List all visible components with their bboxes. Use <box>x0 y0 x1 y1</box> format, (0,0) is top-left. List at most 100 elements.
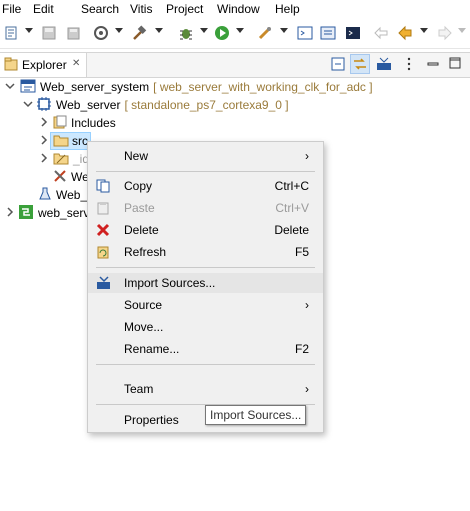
chevron-right-icon: › <box>305 382 309 396</box>
explorer-panel-header: Explorer ✕ <box>0 52 470 78</box>
main-toolbar <box>0 20 470 49</box>
includes-label: Includes <box>71 116 116 130</box>
rename-shortcut: F2 <box>294 342 309 356</box>
launch-dropdown-icon[interactable] <box>280 28 288 33</box>
chevron-right-icon[interactable] <box>38 116 50 131</box>
menu-bar: File Edit Search Vitis Project Window He… <box>0 0 470 18</box>
tree-item-web-serv[interactable]: web_serv <box>4 204 89 222</box>
app-project-icon <box>36 96 52 115</box>
copy-icon <box>96 179 110 193</box>
chevron-right-icon: › <box>305 298 309 312</box>
menu-separator <box>96 267 315 268</box>
tree-item-src[interactable]: src <box>38 132 91 150</box>
tree-item-includes[interactable]: Includes <box>38 114 116 132</box>
delete-shortcut: Delete <box>274 223 309 237</box>
paste-shortcut: Ctrl+V <box>275 201 309 215</box>
link-with-editor-icon[interactable] <box>350 54 370 74</box>
maximize-icon[interactable] <box>449 57 461 72</box>
menu-search[interactable]: Search <box>81 2 119 16</box>
copy-shortcut: Ctrl+C <box>274 179 309 193</box>
forward-dropdown-icon[interactable] <box>458 28 466 33</box>
forward-icon[interactable] <box>436 25 454 41</box>
menu-help[interactable]: Help <box>275 2 300 16</box>
menu-item-refresh[interactable]: Refresh F5 <box>88 242 323 262</box>
hammer-icon[interactable] <box>130 25 148 41</box>
back-history-icon[interactable] <box>372 25 390 41</box>
app-project-name: Web_server <box>56 98 121 112</box>
src-selected-row: src <box>50 132 91 150</box>
menu-window[interactable]: Window <box>217 2 260 16</box>
import-sources-label: Import Sources... <box>124 276 216 290</box>
collapse-all-icon[interactable] <box>331 57 345 74</box>
chevron-right-icon[interactable] <box>38 134 50 149</box>
back-dropdown-icon[interactable] <box>420 28 428 33</box>
chevron-right-icon[interactable] <box>4 206 16 221</box>
properties-label: Properties <box>124 413 179 427</box>
source-label: Source <box>124 298 163 312</box>
debug-dropdown-icon[interactable] <box>200 28 208 33</box>
chevron-down-icon[interactable] <box>4 80 16 95</box>
src-label: src <box>72 134 88 148</box>
chevron-right-icon[interactable] <box>38 152 50 167</box>
new-label: New <box>124 149 149 163</box>
menu-item-move[interactable]: Move... <box>88 317 323 337</box>
refresh-label: Refresh <box>124 245 167 259</box>
tree-item-we[interactable]: We <box>53 168 89 186</box>
tools-icon <box>53 169 67 186</box>
run-icon[interactable] <box>213 25 231 41</box>
terminal-icon[interactable] <box>344 25 362 41</box>
filter-icon[interactable] <box>376 57 392 74</box>
web-serv-label: web_serv <box>38 206 90 220</box>
delete-icon <box>96 223 110 237</box>
menu-item-paste[interactable]: Paste Ctrl+V <box>88 198 323 218</box>
new-icon[interactable] <box>2 25 20 41</box>
team-label: Team <box>124 382 154 396</box>
chevron-down-icon[interactable] <box>22 98 34 113</box>
menu-edit[interactable]: Edit <box>33 2 54 16</box>
delete-label: Delete <box>124 223 159 237</box>
explorer-icon <box>4 57 18 74</box>
debug-icon[interactable] <box>177 25 195 41</box>
menu-item-new[interactable]: New › <box>88 146 323 166</box>
build-settings-icon[interactable] <box>92 25 110 41</box>
launch-icon[interactable] <box>256 25 274 41</box>
tree-item-system[interactable]: Web_server_system [ web_server_with_work… <box>4 78 373 96</box>
paste-label: Paste <box>124 201 155 215</box>
close-icon[interactable]: ✕ <box>72 58 80 69</box>
menu-item-rename[interactable]: Rename... F2 <box>88 339 323 359</box>
tree-item-web-sub[interactable]: Web_ <box>38 186 87 204</box>
run-dropdown-icon[interactable] <box>236 28 244 33</box>
menu-item-team[interactable]: Team › <box>88 379 323 399</box>
hammer-dropdown-icon[interactable] <box>155 28 163 33</box>
import-icon <box>96 276 110 290</box>
menu-item-source[interactable]: Source › <box>88 295 323 315</box>
minimize-icon[interactable] <box>427 59 439 73</box>
tab-explorer[interactable]: Explorer ✕ <box>0 53 87 77</box>
system-project-icon <box>20 79 36 96</box>
context-menu: New › Copy Ctrl+C Paste Ctrl+V Delete De… <box>87 141 324 433</box>
build-settings-dropdown-icon[interactable] <box>115 28 123 33</box>
sdk-console-icon[interactable] <box>319 25 337 41</box>
tree-item-ide[interactable]: _id <box>38 150 89 168</box>
menu-item-copy[interactable]: Copy Ctrl+C <box>88 176 323 196</box>
web-sub-label: Web_ <box>56 188 88 202</box>
move-label: Move... <box>124 320 164 334</box>
console-icon[interactable] <box>296 25 314 41</box>
back-icon[interactable] <box>396 25 414 41</box>
menu-file[interactable]: File <box>2 2 21 16</box>
tooltip: Import Sources... <box>205 405 307 425</box>
menu-item-import-sources[interactable]: Import Sources... <box>88 273 323 293</box>
save-all-icon[interactable] <box>64 25 82 41</box>
folder-open-icon <box>53 133 69 150</box>
system-project-name: Web_server_system <box>40 80 150 94</box>
new-dropdown-icon[interactable] <box>25 28 33 33</box>
tree-item-app[interactable]: Web_server [ standalone_ps7_cortexa9_0 ] <box>22 96 289 114</box>
view-menu-icon[interactable] <box>406 57 412 74</box>
save-icon[interactable] <box>40 25 58 41</box>
menu-item-delete[interactable]: Delete Delete <box>88 220 323 240</box>
menu-project[interactable]: Project <box>166 2 203 16</box>
system-project-detail: [ web_server_with_working_clk_for_adc ] <box>153 80 373 94</box>
chevron-right-icon: › <box>305 149 309 163</box>
menu-vitis[interactable]: Vitis <box>130 2 152 16</box>
paste-icon <box>96 201 110 215</box>
